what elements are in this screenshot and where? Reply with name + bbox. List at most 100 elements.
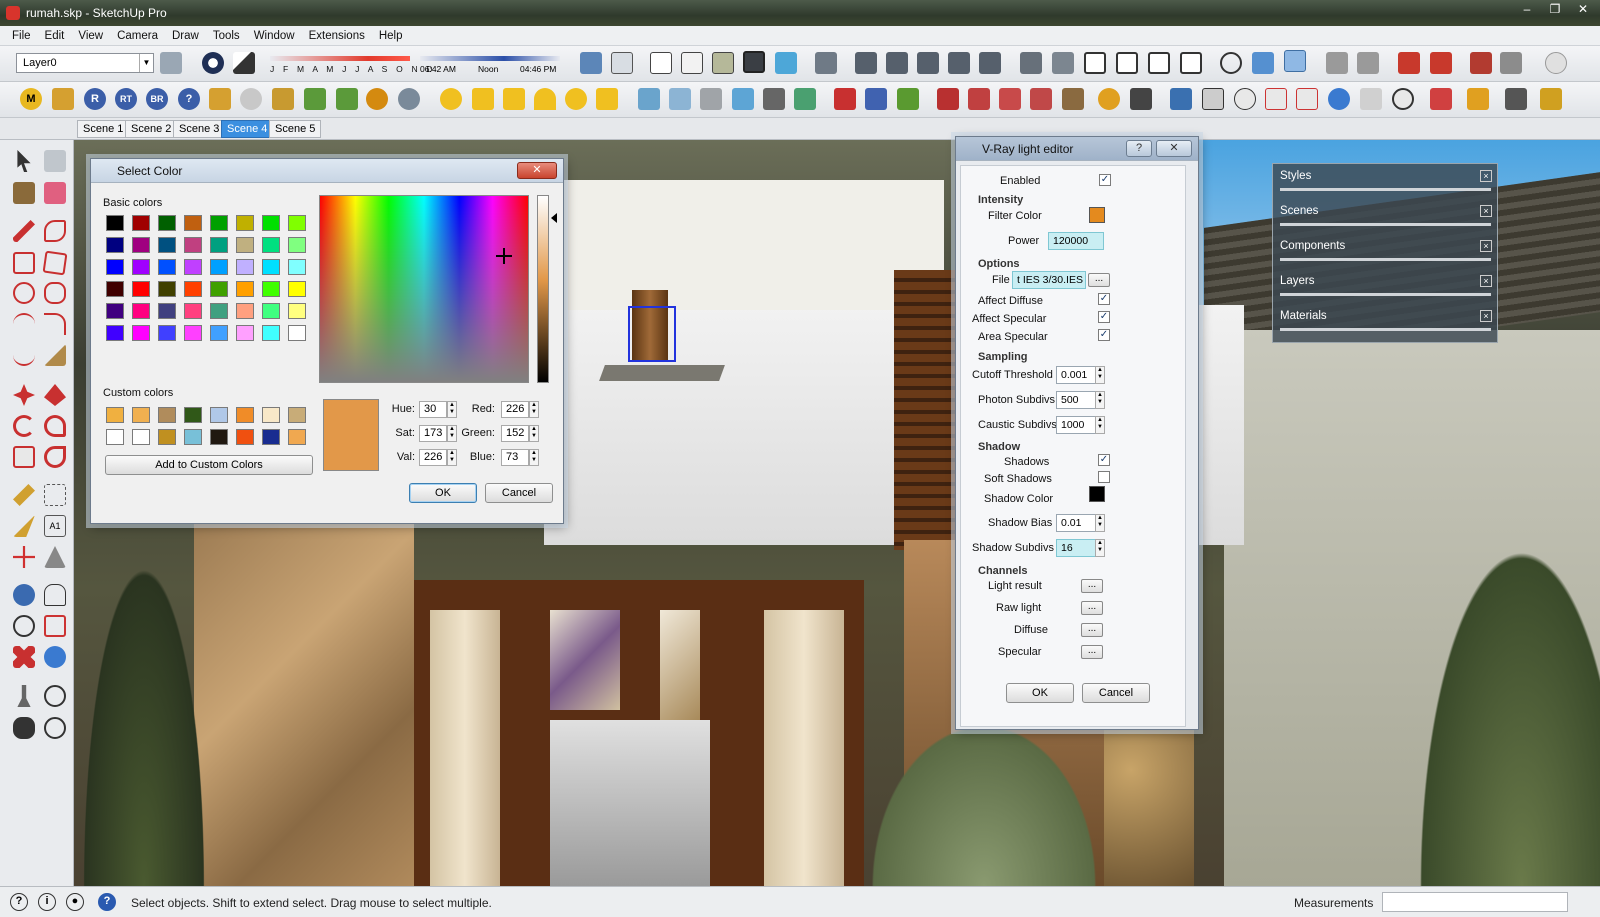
filter-color-swatch[interactable] [1089,207,1105,223]
wireframe-icon[interactable] [650,52,672,74]
luminance-slider[interactable] [537,195,549,383]
color-swatch[interactable] [288,325,306,341]
tools-icon[interactable] [1130,88,1152,110]
move-icon[interactable] [834,88,856,110]
color-swatch[interactable] [132,259,150,275]
roof-icon[interactable] [1180,52,1202,74]
color-spectrum[interactable] [319,195,529,383]
compass-icon[interactable] [1098,88,1120,110]
minimize-button[interactable]: – [1518,2,1536,16]
drape-icon[interactable] [1545,52,1567,74]
section-plane-tool-icon[interactable] [44,717,66,739]
color-swatch[interactable] [106,281,124,297]
color-swatch[interactable] [184,259,202,275]
vray-proxy-icon[interactable] [304,88,326,110]
tray-scenes[interactable]: Scenes × [1277,201,1494,231]
vray-help-icon[interactable]: ? [178,88,200,110]
menu-view[interactable]: View [78,30,103,42]
mirror-icon[interactable] [999,88,1021,110]
area-specular-checkbox[interactable]: ✓ [1098,329,1110,341]
right-view-icon[interactable] [948,52,970,74]
color-swatch[interactable] [132,215,150,231]
color-swatch[interactable] [236,237,254,253]
color-swatch[interactable] [210,215,228,231]
color-swatch[interactable] [262,325,280,341]
color-swatch[interactable] [210,237,228,253]
make-component-icon[interactable] [44,150,66,172]
ies-file-input[interactable]: t IES 3/30.IES [1012,271,1086,289]
zoom-extents-tool-icon[interactable] [13,646,35,668]
top-view-icon[interactable] [886,52,908,74]
color-swatch[interactable] [158,259,176,275]
zoom-extents-icon[interactable] [1296,88,1318,110]
color-swatch[interactable] [288,429,306,445]
zoom-icon[interactable] [1234,88,1256,110]
val-spinner[interactable]: ▲ ▼ [447,449,457,466]
color-swatch[interactable] [236,325,254,341]
scale-tool-icon[interactable] [13,446,35,468]
select-color-close-button[interactable]: ✕ [517,162,557,179]
3pt-arc-icon[interactable] [13,344,35,366]
tape-measure-icon[interactable] [763,88,785,110]
color-swatch[interactable] [262,259,280,275]
maximize-button[interactable]: ❐ [1546,2,1564,16]
layer-manager-icon[interactable] [160,52,182,74]
offset-icon[interactable] [669,88,691,110]
color-swatch[interactable] [132,407,150,423]
color-swatch[interactable] [236,407,254,423]
geo-location-icon[interactable] [1252,52,1274,74]
shadow-color-swatch[interactable] [1089,486,1105,502]
red-input[interactable]: 226 [501,401,529,418]
omni-light-icon[interactable] [440,88,462,110]
color-swatch[interactable] [262,429,280,445]
tab-scene-4[interactable]: Scene 4 [221,120,274,138]
menu-camera[interactable]: Camera [117,30,158,42]
color-swatch[interactable] [106,429,124,445]
enabled-checkbox[interactable]: ✓ [1099,174,1111,186]
light-result-button[interactable]: ... [1081,579,1103,593]
outer-shell-icon[interactable] [794,88,816,110]
color-swatch[interactable] [210,259,228,275]
shadow-subdivs-input[interactable]: 16 [1056,539,1096,557]
color-swatch[interactable] [236,259,254,275]
display-shadows-icon[interactable] [233,52,255,74]
color-swatch[interactable] [184,237,202,253]
circle-tool-icon[interactable] [13,282,35,304]
2pt-arc-icon[interactable] [44,313,66,335]
menu-window[interactable]: Window [254,30,295,42]
geo-location-status-icon[interactable]: ? [10,893,28,911]
spot-light-icon[interactable] [472,88,494,110]
sphere-light-icon[interactable] [565,88,587,110]
tab-scene-5[interactable]: Scene 5 [269,120,322,138]
zoom-tool-icon[interactable] [13,615,35,637]
close-icon[interactable]: × [1480,205,1492,217]
follow-me-tool-icon[interactable] [44,415,66,437]
dimension-tool-icon[interactable] [44,484,66,506]
color-swatch[interactable] [158,303,176,319]
power-input[interactable]: 120000 [1048,232,1104,250]
measurements-input[interactable] [1382,892,1568,912]
vray-sun-icon[interactable] [366,88,388,110]
look-around-icon[interactable] [1392,88,1414,110]
close-icon[interactable]: × [1480,275,1492,287]
color-swatch[interactable] [106,303,124,319]
align-icon[interactable] [1030,88,1052,110]
soft-shadows-checkbox[interactable] [1098,471,1110,483]
color-swatch[interactable] [262,281,280,297]
color-swatch[interactable] [288,237,306,253]
raw-light-button[interactable]: ... [1081,601,1103,615]
target-icon[interactable] [1220,52,1242,74]
user-icon[interactable]: ● [66,893,84,911]
color-swatch[interactable] [106,237,124,253]
warehouse-icon[interactable] [1020,52,1042,74]
push-pull-icon[interactable] [638,88,660,110]
home-icon[interactable] [1084,52,1106,74]
color-swatch[interactable] [106,325,124,341]
color-swatch[interactable] [210,281,228,297]
pie-tool-icon[interactable] [44,344,66,366]
monochrome-icon[interactable] [775,52,797,74]
dome-light-icon[interactable] [534,88,556,110]
color-swatch[interactable] [184,281,202,297]
tray-styles[interactable]: Styles × [1277,166,1494,196]
dimension-icon[interactable] [1505,88,1527,110]
